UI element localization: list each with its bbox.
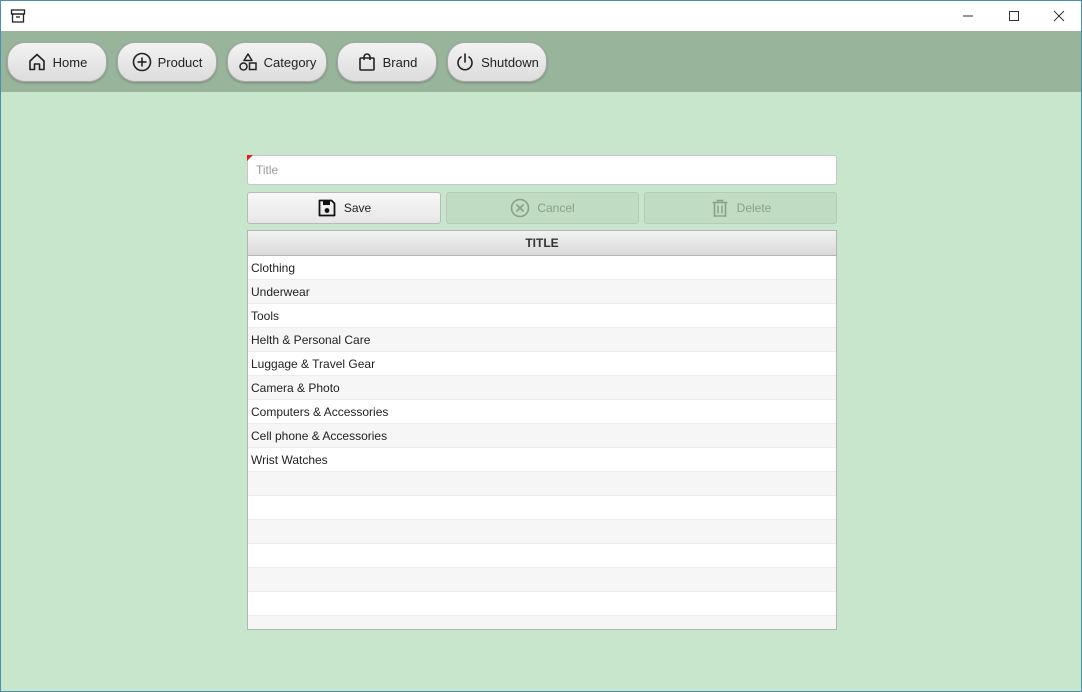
- plus-circle-icon: [132, 52, 151, 72]
- table-row[interactable]: Underwear: [248, 280, 836, 304]
- table-cell: Camera & Photo: [251, 380, 340, 395]
- main-toolbar: Home Product Category Brand Shutdown: [1, 31, 1081, 92]
- shopping-bag-icon: [358, 53, 375, 71]
- empty-table-row: [248, 544, 836, 568]
- table-row[interactable]: Tools: [248, 304, 836, 328]
- required-field-marker: [247, 155, 253, 161]
- minimize-button[interactable]: [945, 1, 991, 31]
- empty-table-row: [248, 592, 836, 616]
- shutdown-label: Shutdown: [481, 54, 539, 70]
- title-input[interactable]: [247, 155, 837, 185]
- table-cell: Underwear: [251, 284, 310, 299]
- minimize-icon: [963, 15, 973, 17]
- table-cell: Computers & Accessories: [251, 404, 389, 419]
- cancel-circle-icon: [511, 198, 530, 218]
- table-cell: Wrist Watches: [251, 452, 328, 467]
- table-cell: Tools: [251, 308, 280, 323]
- delete-button[interactable]: Delete: [644, 192, 837, 224]
- table-cell: Cell phone & Accessories: [251, 428, 388, 443]
- category-button[interactable]: Category: [227, 42, 327, 82]
- empty-table-row: [248, 568, 836, 592]
- home-label: Home: [52, 54, 88, 70]
- power-icon: [457, 53, 473, 71]
- brand-button[interactable]: Brand: [337, 42, 437, 82]
- save-button[interactable]: Save: [247, 192, 441, 224]
- table-cell: Luggage & Travel Gear: [251, 356, 376, 371]
- product-button[interactable]: Product: [117, 42, 217, 82]
- cancel-button[interactable]: Cancel: [446, 192, 639, 224]
- table-cell: Helth & Personal Care: [251, 332, 371, 347]
- table-row[interactable]: Camera & Photo: [248, 376, 836, 400]
- trash-icon: [712, 199, 728, 217]
- cancel-label: Cancel: [537, 201, 575, 215]
- column-header-title[interactable]: TITLE: [248, 231, 836, 256]
- archive-icon: [10, 9, 26, 23]
- window-titlebar: [1, 1, 1081, 31]
- product-label: Product: [157, 54, 203, 70]
- close-button[interactable]: [1036, 1, 1082, 31]
- empty-table-row: [248, 496, 836, 520]
- home-icon: [28, 53, 45, 71]
- shapes-icon: [238, 53, 257, 71]
- maximize-button[interactable]: [991, 1, 1037, 31]
- table-row[interactable]: Helth & Personal Care: [248, 328, 836, 352]
- floppy-disk-icon: [318, 199, 336, 217]
- table-row[interactable]: Wrist Watches: [248, 448, 836, 472]
- brand-label: Brand: [382, 54, 418, 70]
- shutdown-button[interactable]: Shutdown: [447, 42, 547, 82]
- category-label: Category: [263, 54, 317, 70]
- category-table[interactable]: TITLE Clothing Underwear Tools Helth & P…: [247, 230, 837, 630]
- table-row[interactable]: Luggage & Travel Gear: [248, 352, 836, 376]
- table-row[interactable]: Computers & Accessories: [248, 400, 836, 424]
- empty-table-row: [248, 520, 836, 544]
- delete-label: Delete: [736, 201, 772, 215]
- table-row[interactable]: Cell phone & Accessories: [248, 424, 836, 448]
- save-label: Save: [343, 201, 372, 215]
- empty-table-row: [248, 616, 836, 629]
- table-row[interactable]: Clothing: [248, 256, 836, 280]
- home-button[interactable]: Home: [7, 42, 107, 82]
- maximize-icon: [1009, 11, 1019, 21]
- table-cell: Clothing: [251, 260, 296, 275]
- table-body: Clothing Underwear Tools Helth & Persona…: [248, 256, 836, 629]
- close-icon: [1053, 10, 1065, 22]
- empty-table-row: [248, 472, 836, 496]
